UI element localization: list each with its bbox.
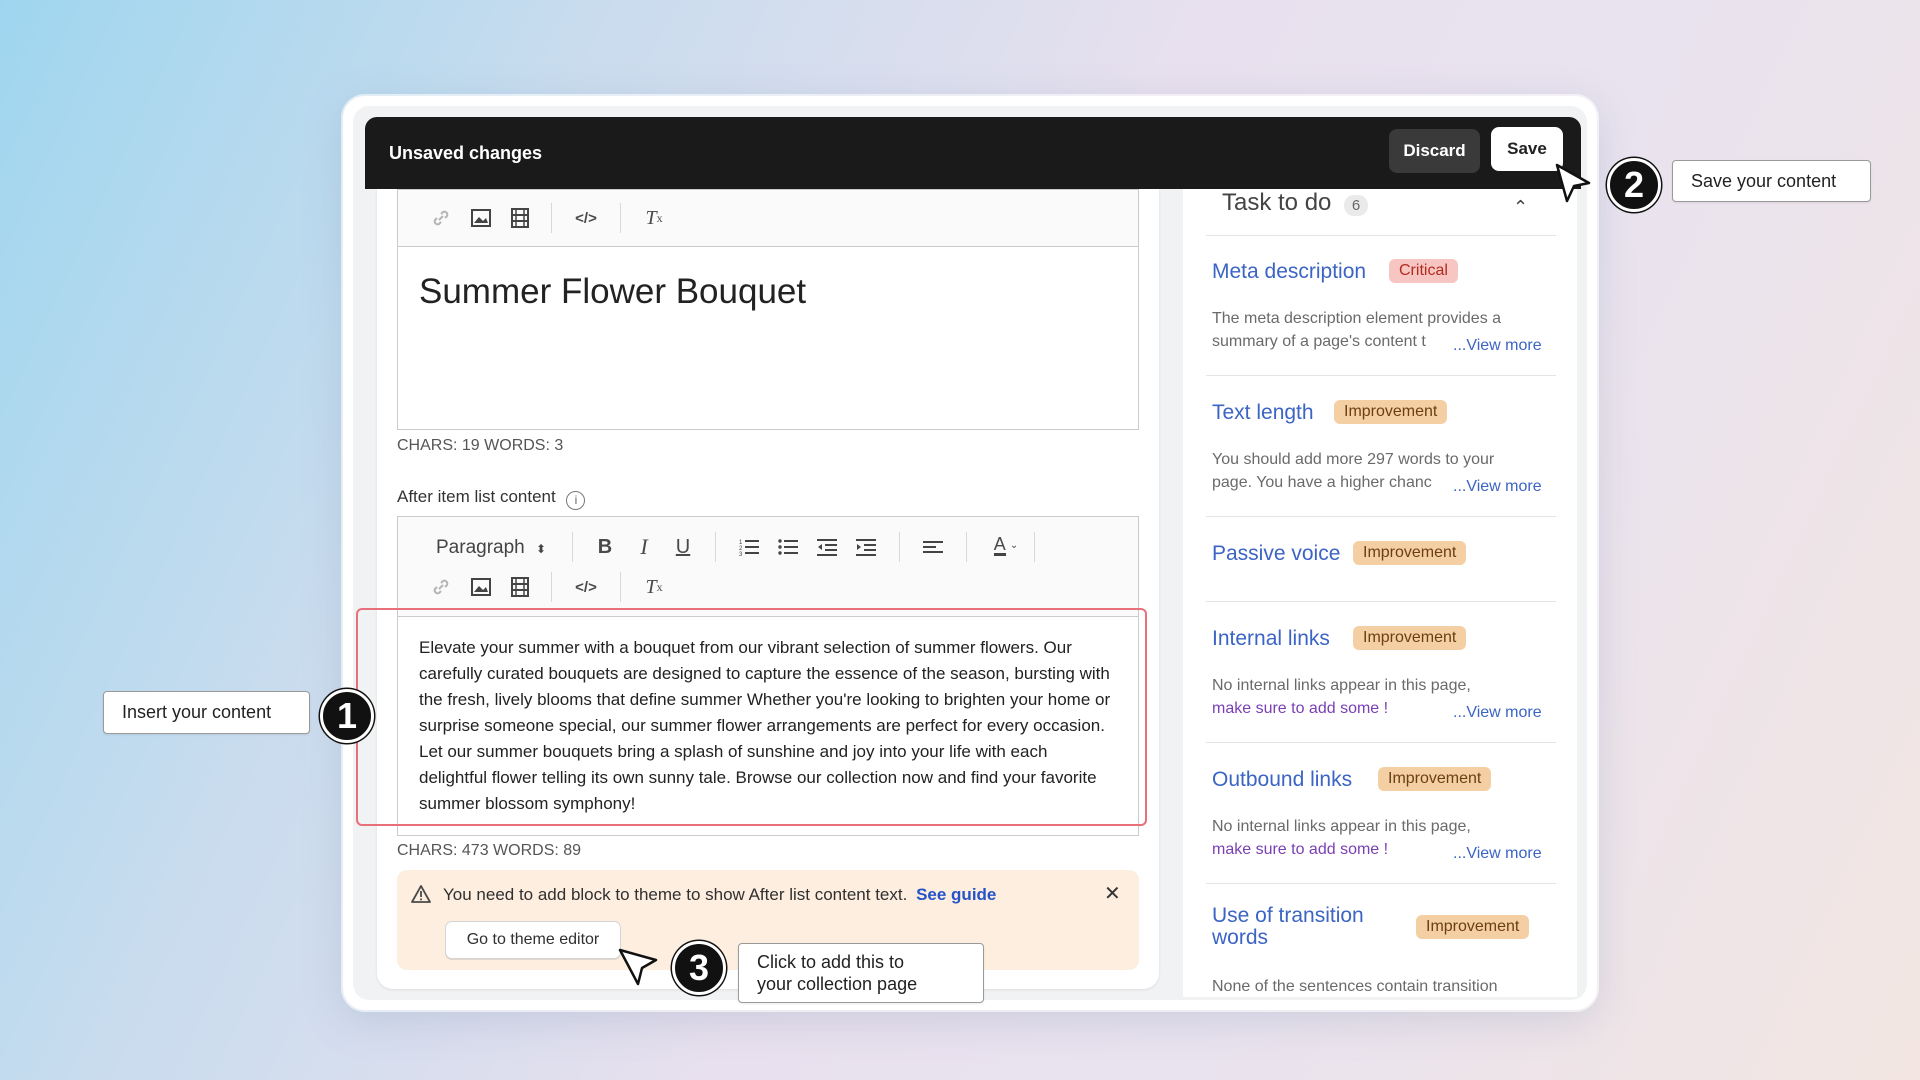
discard-button[interactable]: Discard — [1389, 129, 1480, 173]
toolbar-separator — [620, 572, 621, 602]
after-list-editor-toolbar: Paragraph ⬍ B I U 123 A ⌄ </> T x — [398, 517, 1138, 617]
bullet-list-icon[interactable] — [775, 534, 801, 560]
step-number-3: 3 — [672, 941, 726, 995]
image-icon[interactable] — [468, 574, 494, 600]
divider — [1206, 742, 1556, 743]
callout-line: Click to add this to — [757, 952, 905, 972]
task-title-meta-description[interactable]: Meta description — [1212, 260, 1366, 284]
toolbar-separator — [1034, 532, 1035, 562]
critical-badge: Critical — [1389, 259, 1458, 283]
svg-text:3: 3 — [739, 552, 743, 556]
task-title-line: Use of transition — [1212, 904, 1364, 927]
see-guide-link[interactable]: See guide — [916, 885, 996, 904]
info-icon[interactable]: i — [566, 491, 586, 510]
toolbar-separator — [572, 532, 573, 562]
clear-format-icon[interactable]: Tx — [641, 574, 667, 600]
title-editor-toolbar: </> Tx — [398, 190, 1138, 247]
cursor-arrow-icon — [1553, 163, 1593, 212]
task-desc: None of the sentences contain transition — [1212, 978, 1498, 995]
content-highlight-box — [356, 608, 1147, 826]
text-color-icon[interactable]: A ⌄ — [986, 532, 1026, 558]
callout-insert-content: Insert your content — [103, 691, 310, 734]
link-icon[interactable] — [428, 205, 454, 231]
task-title-outbound-links[interactable]: Outbound links — [1212, 768, 1352, 792]
italic-icon[interactable]: I — [631, 534, 657, 560]
after-list-label-text: After item list content — [397, 487, 556, 506]
link-icon[interactable] — [428, 574, 454, 600]
task-title-passive-voice[interactable]: Passive voice — [1212, 542, 1340, 566]
callout-line: your collection page — [757, 974, 918, 994]
improvement-badge: Improvement — [1416, 915, 1530, 939]
paragraph-select-value: Paragraph — [436, 537, 525, 558]
warning-message: You need to add block to theme to show A… — [443, 885, 996, 905]
task-title-text-length[interactable]: Text length — [1212, 401, 1314, 425]
divider — [1206, 235, 1556, 236]
unsaved-changes-title: Unsaved changes — [389, 142, 543, 163]
divider — [1206, 375, 1556, 376]
code-icon[interactable]: </> — [573, 574, 599, 600]
cursor-arrow-icon — [616, 946, 660, 995]
toolbar-separator — [966, 532, 967, 562]
view-more-link[interactable]: ...View more — [1453, 845, 1542, 863]
divider — [1206, 516, 1556, 517]
task-panel: Task to do 6 ⌃ Meta description Critical… — [1183, 189, 1577, 997]
view-more-link[interactable]: ...View more — [1453, 704, 1542, 722]
image-icon[interactable] — [468, 205, 494, 231]
video-icon[interactable] — [507, 205, 533, 231]
toolbar-separator — [551, 203, 552, 233]
after-list-label: After item list content i — [397, 487, 586, 510]
paragraph-select[interactable]: Paragraph ⬍ — [436, 537, 546, 559]
warning-text: You need to add block to theme to show A… — [443, 885, 908, 904]
task-title-internal-links[interactable]: Internal links — [1212, 627, 1330, 651]
title-editor-content[interactable]: Summer Flower Bouquet — [419, 272, 806, 312]
code-icon[interactable]: </> — [573, 205, 599, 231]
task-title-line: words — [1212, 926, 1269, 949]
ordered-list-icon[interactable]: 123 — [736, 534, 762, 560]
view-more-link[interactable]: ...View more — [1453, 478, 1542, 496]
task-desc-line: No internal links appear in this page, — [1212, 677, 1471, 694]
task-desc-line: You should add more 297 words to your — [1212, 451, 1495, 468]
step-number-1: 1 — [320, 689, 374, 743]
align-icon[interactable] — [920, 534, 946, 560]
toolbar-separator — [899, 532, 900, 562]
callout-save-content: Save your content — [1672, 160, 1871, 202]
improvement-badge: Improvement — [1353, 626, 1467, 650]
improvement-badge: Improvement — [1353, 541, 1467, 565]
title-editor: </> Tx Summer Flower Bouquet — [397, 189, 1139, 430]
underline-icon[interactable]: U — [670, 534, 696, 560]
close-icon[interactable]: ✕ — [1104, 881, 1121, 906]
task-panel-title: Task to do — [1222, 189, 1332, 216]
title-editor-stats: CHARS: 19 WORDS: 3 — [397, 437, 564, 454]
step-number-2: 2 — [1607, 158, 1661, 212]
toolbar-separator — [551, 572, 552, 602]
task-count-badge: 6 — [1343, 195, 1369, 217]
task-desc-line: The meta description element provides a — [1212, 310, 1502, 327]
warning-icon — [411, 885, 431, 908]
bold-icon[interactable]: B — [592, 534, 618, 560]
task-panel-header[interactable]: Task to do 6 — [1222, 189, 1562, 233]
task-title-transition-words[interactable]: Use of transition words — [1212, 905, 1364, 949]
chevron-up-icon[interactable]: ⌃ — [1513, 197, 1528, 218]
toolbar-separator — [620, 203, 621, 233]
toolbar-separator — [715, 532, 716, 562]
improvement-badge: Improvement — [1378, 767, 1492, 791]
indent-icon[interactable] — [853, 534, 879, 560]
go-to-theme-editor-button[interactable]: Go to theme editor — [445, 921, 621, 959]
improvement-badge: Improvement — [1334, 400, 1448, 424]
outdent-icon[interactable] — [814, 534, 840, 560]
task-desc-line: No internal links appear in this page, — [1212, 818, 1471, 835]
select-arrows-icon: ⬍ — [536, 542, 547, 556]
video-icon[interactable] — [507, 574, 533, 600]
divider — [1206, 601, 1556, 602]
callout-add-to-collection: Click to add this to your collection pag… — [738, 943, 984, 1003]
view-more-link[interactable]: ...View more — [1453, 337, 1542, 355]
clear-format-icon[interactable]: Tx — [641, 205, 667, 231]
after-list-editor-stats: CHARS: 473 WORDS: 89 — [397, 842, 582, 859]
divider — [1206, 883, 1556, 884]
